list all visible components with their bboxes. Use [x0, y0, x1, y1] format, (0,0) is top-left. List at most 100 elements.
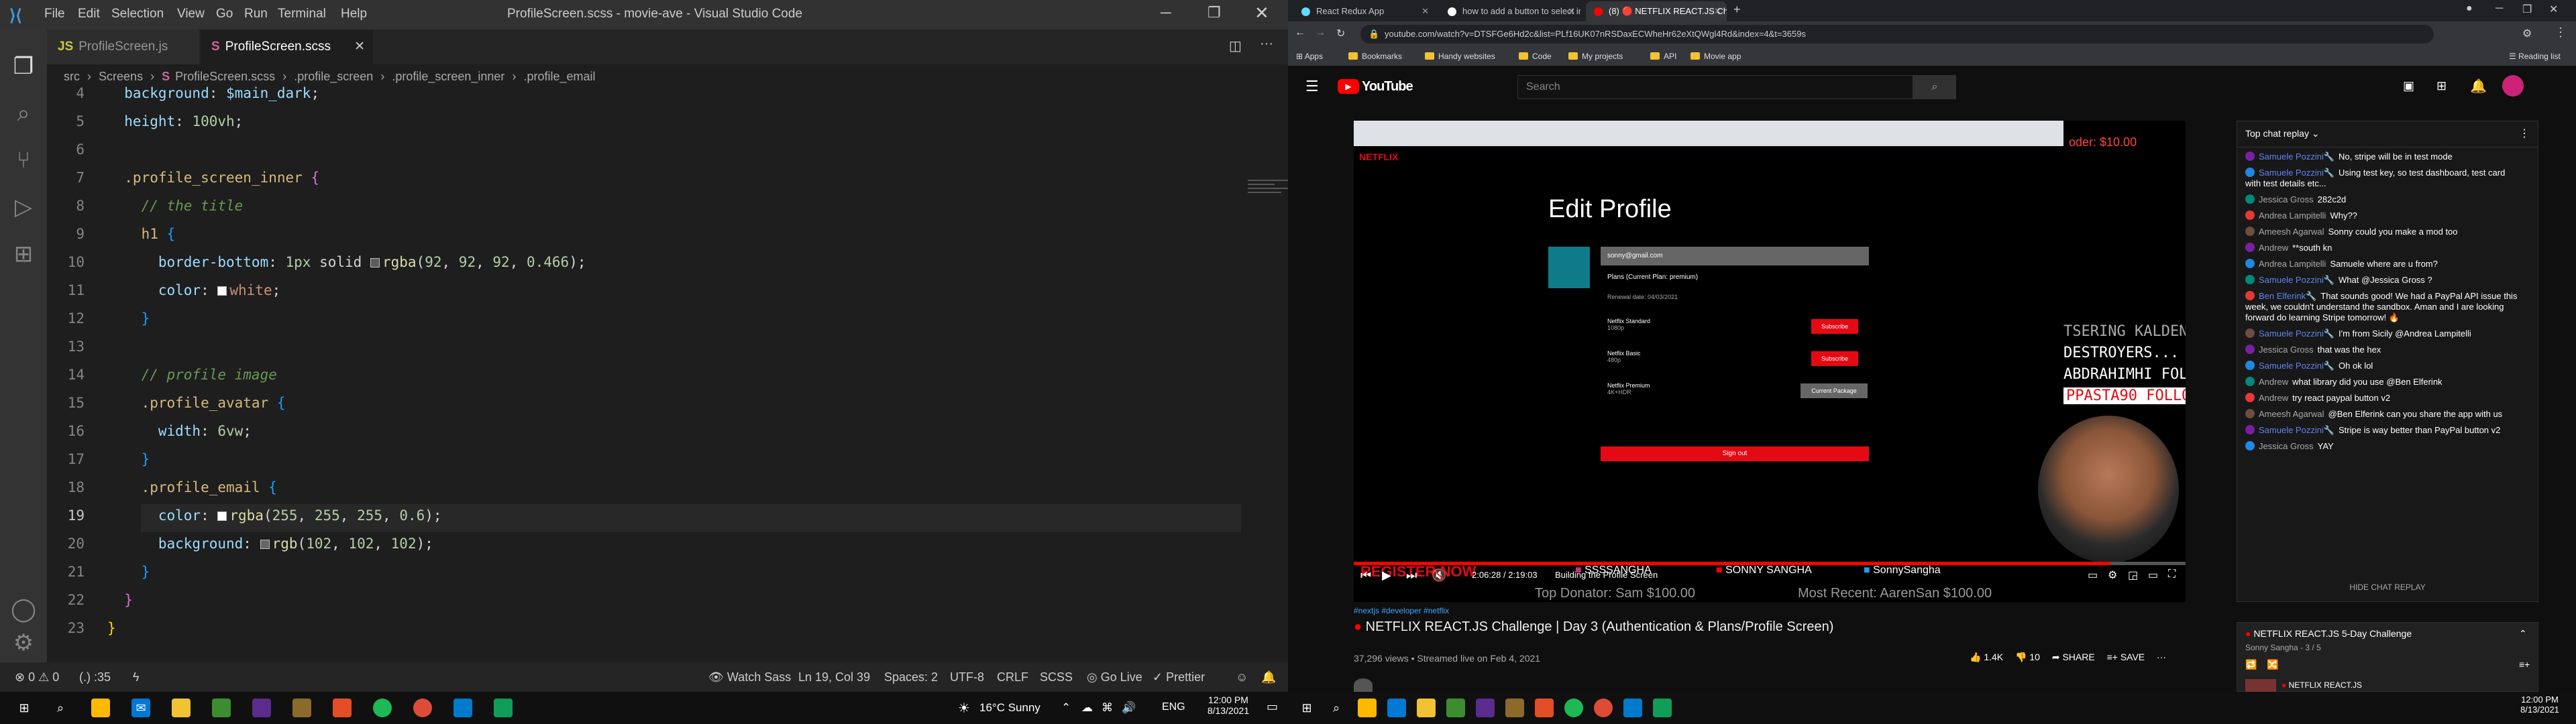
- tab-profilescreen-js[interactable]: JS ProfileScreen.js: [47, 29, 200, 64]
- extensions-icon[interactable]: ⊞: [7, 237, 40, 271]
- code-line[interactable]: 4 background: $main_dark;: [47, 79, 1187, 107]
- create-video-icon[interactable]: ▣: [2403, 79, 2414, 93]
- bookmark-bookmarks[interactable]: Bookmarks: [1348, 47, 1402, 66]
- save-button[interactable]: ≡+ SAVE: [2107, 652, 2145, 662]
- like-button[interactable]: 👍 1.4K: [1970, 652, 2003, 662]
- chat-message[interactable]: Andrew **south kn: [2245, 243, 2520, 253]
- indentation[interactable]: Spaces: 2: [884, 662, 938, 692]
- bookmark-apps[interactable]: ⊞ Apps: [1296, 47, 1323, 66]
- code-editor[interactable]: 4 background: $main_dark; 5 height: 100vh…: [47, 85, 1288, 662]
- search-icon[interactable]: ⌕: [1327, 699, 1346, 717]
- playlist-next-item[interactable]: ● NETFLIX REACT.JS: [2282, 680, 2362, 690]
- photos-icon[interactable]: [1446, 699, 1465, 717]
- code-line[interactable]: 19 color: rgba(255, 255, 255, 0.6);: [47, 501, 1187, 530]
- windows-start-icon[interactable]: ⊞: [15, 699, 34, 717]
- source-control-icon[interactable]: ⑂: [7, 143, 40, 177]
- code-line[interactable]: 21 }: [47, 558, 1187, 586]
- chat-message[interactable]: Samuele Pozzini🔧 Using test key, so test …: [2245, 168, 2520, 189]
- apps-grid-icon[interactable]: ⊞: [2436, 79, 2447, 93]
- code-line[interactable]: 14 // profile image: [47, 361, 1187, 389]
- store-icon[interactable]: [1358, 699, 1377, 717]
- code-line[interactable]: 9 h1 {: [47, 220, 1187, 248]
- tray-chevron-icon[interactable]: ⌃: [1061, 701, 1071, 715]
- new-tab-icon[interactable]: +: [1733, 3, 1741, 17]
- cursor-position[interactable]: Ln 19, Col 39: [798, 662, 870, 692]
- problems-indicator[interactable]: ⊗ 0 ⚠ 0: [15, 662, 59, 692]
- close-window-icon[interactable]: ✕: [2549, 3, 2558, 16]
- chat-message[interactable]: Jessica Gross 282c2d: [2245, 194, 2520, 205]
- menu-help[interactable]: Help: [341, 7, 367, 21]
- bookmark-code[interactable]: Code: [1519, 47, 1552, 66]
- chat-message[interactable]: Andrew what library did you use @Ben Elfe…: [2245, 377, 2520, 387]
- minimize-icon[interactable]: ─: [1161, 4, 1171, 21]
- chat-message[interactable]: Ameesh Agarwal @Ben Elferink can you shar…: [2245, 409, 2520, 420]
- code-line[interactable]: 18 .profile_email {: [47, 473, 1187, 501]
- close-tab-icon[interactable]: ✕: [1421, 1, 1429, 21]
- search-icon[interactable]: ⌕: [7, 97, 40, 130]
- figma-icon[interactable]: [1535, 699, 1554, 717]
- obs-icon[interactable]: [1476, 699, 1495, 717]
- close-tab-icon[interactable]: ✕: [1568, 1, 1575, 21]
- hamburger-menu-icon[interactable]: ☰: [1305, 78, 1319, 95]
- address-bar[interactable]: 🔒 youtube.com/watch?v=DTSFGe6Hd2c&list=P…: [1360, 25, 2434, 44]
- notifications-icon[interactable]: 🔔: [2470, 78, 2487, 95]
- reading-list[interactable]: ☰ Reading list: [2509, 47, 2561, 66]
- settings-icon[interactable]: ⚙: [2108, 568, 2117, 582]
- spotify-icon[interactable]: [373, 699, 392, 717]
- explorer-icon[interactable]: ❐: [7, 50, 40, 83]
- youtube-logo[interactable]: ▶ YouTube: [1338, 76, 1413, 97]
- minimap[interactable]: [1248, 177, 1288, 217]
- menu-edit[interactable]: Edit: [78, 7, 100, 21]
- close-window-icon[interactable]: ✕: [1254, 3, 1269, 23]
- chat-messages[interactable]: Samuele Pozzini🔧 No, stripe will be in te…: [2237, 147, 2538, 576]
- browser-tab-youtube[interactable]: (8) 🔴 NETFLIX REACT.JS Challe...✕: [1586, 1, 1727, 21]
- forward-icon[interactable]: →: [1315, 27, 1326, 39]
- color-swatch-icon[interactable]: [217, 511, 227, 521]
- run-debug-icon[interactable]: ▷: [7, 190, 40, 224]
- channel-avatar[interactable]: [1354, 678, 1373, 692]
- clock[interactable]: 12:00 PM 8/13/2021: [1198, 695, 1258, 716]
- obs-icon[interactable]: [252, 699, 271, 717]
- color-swatch-icon[interactable]: [370, 258, 380, 267]
- search-button[interactable]: ⌕: [1913, 75, 1956, 99]
- chrome-icon[interactable]: [413, 699, 432, 717]
- code-line[interactable]: 16 width: 6vw;: [47, 417, 1187, 445]
- chat-mode-dropdown[interactable]: Top chat replay ⌄: [2245, 128, 2320, 139]
- code-line[interactable]: 20 background: rgb(102, 102, 102);: [47, 530, 1187, 558]
- chat-message[interactable]: Jessica Gross that was the hex: [2245, 345, 2520, 355]
- chat-message[interactable]: Samuele Pozzini🔧 No, stripe will be in te…: [2245, 152, 2520, 162]
- avatar[interactable]: [2502, 75, 2524, 97]
- code-line[interactable]: 22 }: [47, 586, 1187, 614]
- code-line[interactable]: 13: [47, 333, 1187, 361]
- menu-view[interactable]: View: [177, 7, 205, 21]
- chat-message[interactable]: Jessica Gross YAY: [2245, 441, 2520, 452]
- clock[interactable]: 12:00 PM 8/13/2021: [2513, 695, 2567, 715]
- dislike-button[interactable]: 👎 10: [2015, 652, 2040, 662]
- chat-message[interactable]: Samuele Pozzini🔧 Stripe is way better tha…: [2245, 425, 2520, 436]
- bookmark-api[interactable]: API: [1650, 47, 1676, 66]
- next-icon[interactable]: ⏭: [1406, 568, 1417, 583]
- go-live-button[interactable]: ◎ Go Live: [1087, 662, 1142, 692]
- code-line[interactable]: 17 }: [47, 445, 1187, 473]
- mail-icon[interactable]: ✉: [131, 699, 150, 717]
- store-icon[interactable]: [91, 699, 110, 717]
- previous-icon[interactable]: ⏮: [1360, 568, 1371, 583]
- chrome-icon[interactable]: [1594, 699, 1613, 717]
- restore-icon[interactable]: ❐: [1208, 4, 1221, 21]
- search-icon[interactable]: ⌕: [51, 699, 70, 717]
- browser-tab-stackoverflow[interactable]: how to add a button to select in... ✕: [1440, 1, 1580, 21]
- prettier-button[interactable]: ✓ Prettier: [1152, 662, 1205, 692]
- chat-message[interactable]: Andrew try react paypal button v2: [2245, 393, 2520, 404]
- loop-icon[interactable]: 🔁: [2245, 659, 2257, 670]
- tab-profilescreen-scss[interactable]: S ProfileScreen.scss ✕: [201, 29, 374, 64]
- chat-message[interactable]: Samuele Pozzini🔧 What @Jessica Gross ?: [2245, 275, 2520, 286]
- vscode-taskbar-icon[interactable]: [453, 699, 472, 717]
- more-icon[interactable]: ···: [2157, 652, 2166, 662]
- file-explorer-icon[interactable]: [172, 699, 191, 717]
- playlist-thumbnail[interactable]: [2245, 679, 2276, 692]
- chat-more-icon[interactable]: ⋮: [2519, 127, 2530, 140]
- playlist-title[interactable]: ● NETFLIX REACT.JS 5-Day Challenge: [2245, 628, 2412, 639]
- code-line[interactable]: 8 // the title: [47, 192, 1187, 220]
- bookmark-my-projects[interactable]: My projects: [1568, 47, 1623, 66]
- account-icon[interactable]: ◯: [7, 593, 40, 626]
